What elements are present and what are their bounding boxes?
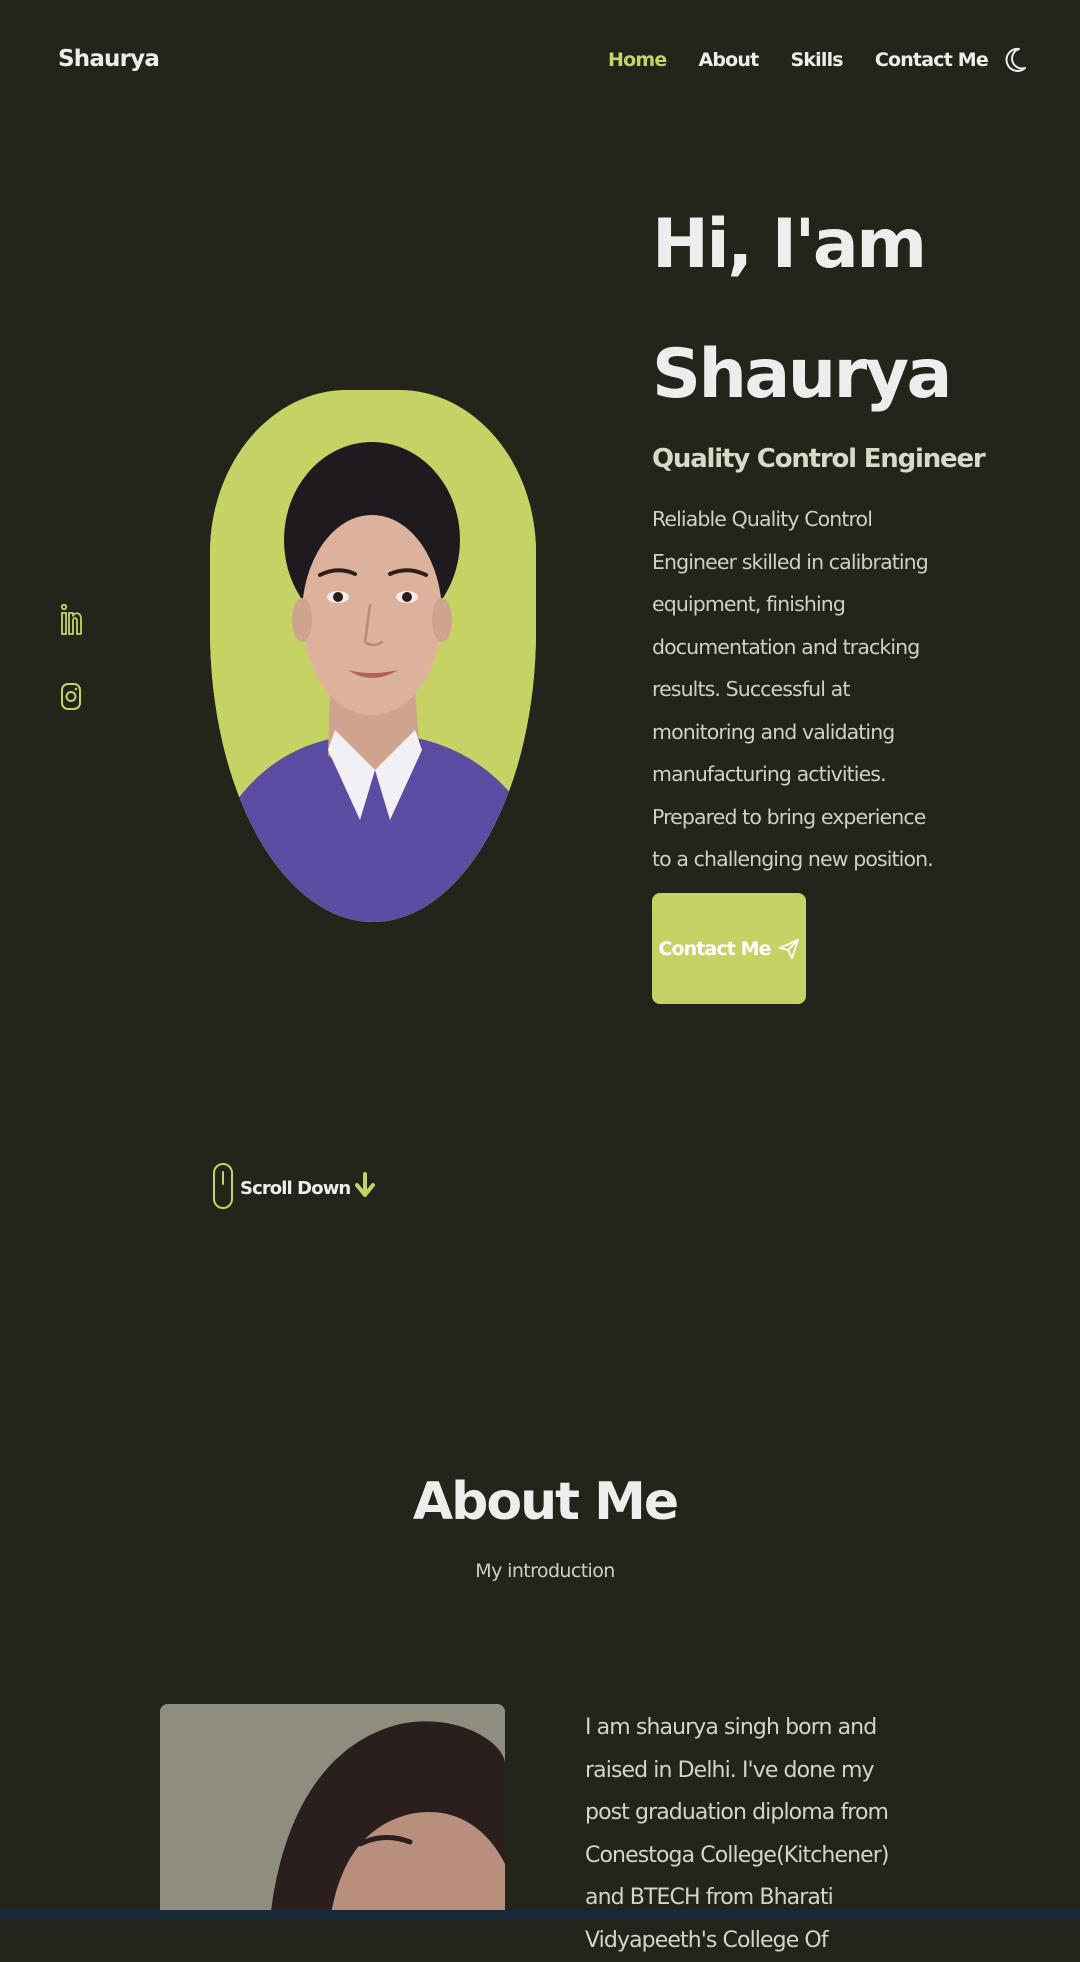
arrow-down-icon xyxy=(354,1172,376,1204)
window-bottom-edge xyxy=(0,1910,1080,1920)
instagram-icon[interactable] xyxy=(60,680,86,710)
hero-job-title: Quality Control Engineer xyxy=(652,444,986,474)
contact-me-label: Contact Me xyxy=(658,937,771,960)
main-nav: Home About Skills Contact Me xyxy=(576,46,1028,74)
contact-me-button[interactable]: Contact Me xyxy=(652,893,806,1004)
about-section-subtitle: My introduction xyxy=(475,1560,615,1582)
mouse-icon xyxy=(212,1162,234,1214)
hero-name: Shaurya xyxy=(652,335,952,414)
hero-greeting: Hi, I'am xyxy=(652,205,927,284)
nav-home-link[interactable]: Home xyxy=(608,49,667,71)
send-icon xyxy=(778,938,800,960)
about-description: I am shaurya singh born and raised in De… xyxy=(585,1715,890,1953)
nav-skills-link[interactable]: Skills xyxy=(790,49,843,71)
moon-icon[interactable] xyxy=(1004,46,1028,74)
scroll-down-link[interactable]: Scroll Down xyxy=(212,1162,376,1214)
social-links xyxy=(60,603,90,756)
site-header: Shaurya Home About Skills Contact Me xyxy=(0,0,1080,122)
scroll-down-label: Scroll Down xyxy=(240,1177,351,1199)
profile-blob-image xyxy=(210,390,536,922)
profile-portrait xyxy=(210,390,536,922)
nav-about-link[interactable]: About xyxy=(698,49,759,71)
linkedin-icon[interactable] xyxy=(60,603,86,635)
hero-section: Hi, I'am Shaurya Quality Control Enginee… xyxy=(652,180,986,881)
about-photo xyxy=(160,1704,505,1920)
hero-description: Reliable Quality Control Engineer skille… xyxy=(652,507,934,871)
about-section-title: About Me xyxy=(412,1472,679,1532)
site-logo[interactable]: Shaurya xyxy=(58,46,160,72)
nav-contact-link[interactable]: Contact Me xyxy=(875,49,989,71)
